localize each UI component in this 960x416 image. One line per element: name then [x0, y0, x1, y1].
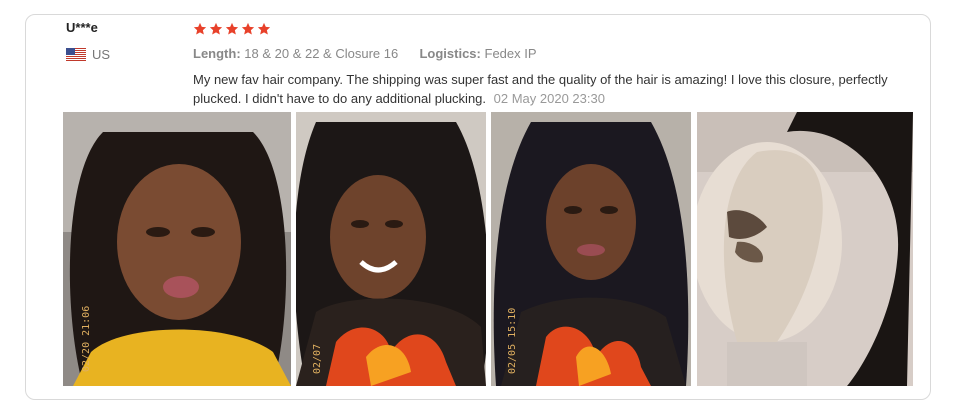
us-flag-icon: [66, 48, 86, 61]
photo-stamp: 02/07: [312, 344, 323, 374]
star-icon: [241, 22, 255, 35]
review-date: 02 May 2020 23:30: [493, 91, 605, 106]
length-value: 18 & 20 & 22 & Closure 16: [244, 46, 399, 61]
review-photo-1[interactable]: 02/20 21:06: [63, 112, 291, 386]
logistics-label: Logistics:: [419, 46, 481, 61]
star-icon: [257, 22, 271, 35]
photo-image: 02/20 21:06: [63, 112, 291, 386]
reviewer-country: US: [66, 47, 110, 62]
review-photos: 02/20 21:06 02/07 02/05 15:10: [0, 112, 960, 386]
photo-image: 02/07: [296, 112, 486, 386]
review-photo-2[interactable]: 02/07: [296, 112, 486, 386]
photo-stamp: 02/20 21:06: [81, 306, 92, 372]
review-photo-3[interactable]: 02/05 15:10: [491, 112, 691, 386]
photo-image: 02/05 15:10: [491, 112, 691, 386]
photo-stamp: 02/05 15:10: [507, 308, 518, 374]
reviewer-name: U***e: [66, 20, 98, 35]
length-label: Length:: [193, 46, 241, 61]
rating-stars: [193, 22, 271, 36]
logistics-value: Fedex IP: [484, 46, 537, 61]
star-icon: [225, 22, 239, 35]
review-photo-4[interactable]: [697, 112, 913, 386]
photo-image: [697, 112, 913, 386]
star-icon: [209, 22, 223, 35]
review-body: My new fav hair company. The shipping wa…: [193, 70, 893, 108]
review-attributes: Length: 18 & 20 & 22 & Closure 16 Logist…: [193, 46, 537, 61]
star-icon: [193, 22, 207, 35]
country-code: US: [92, 47, 111, 62]
